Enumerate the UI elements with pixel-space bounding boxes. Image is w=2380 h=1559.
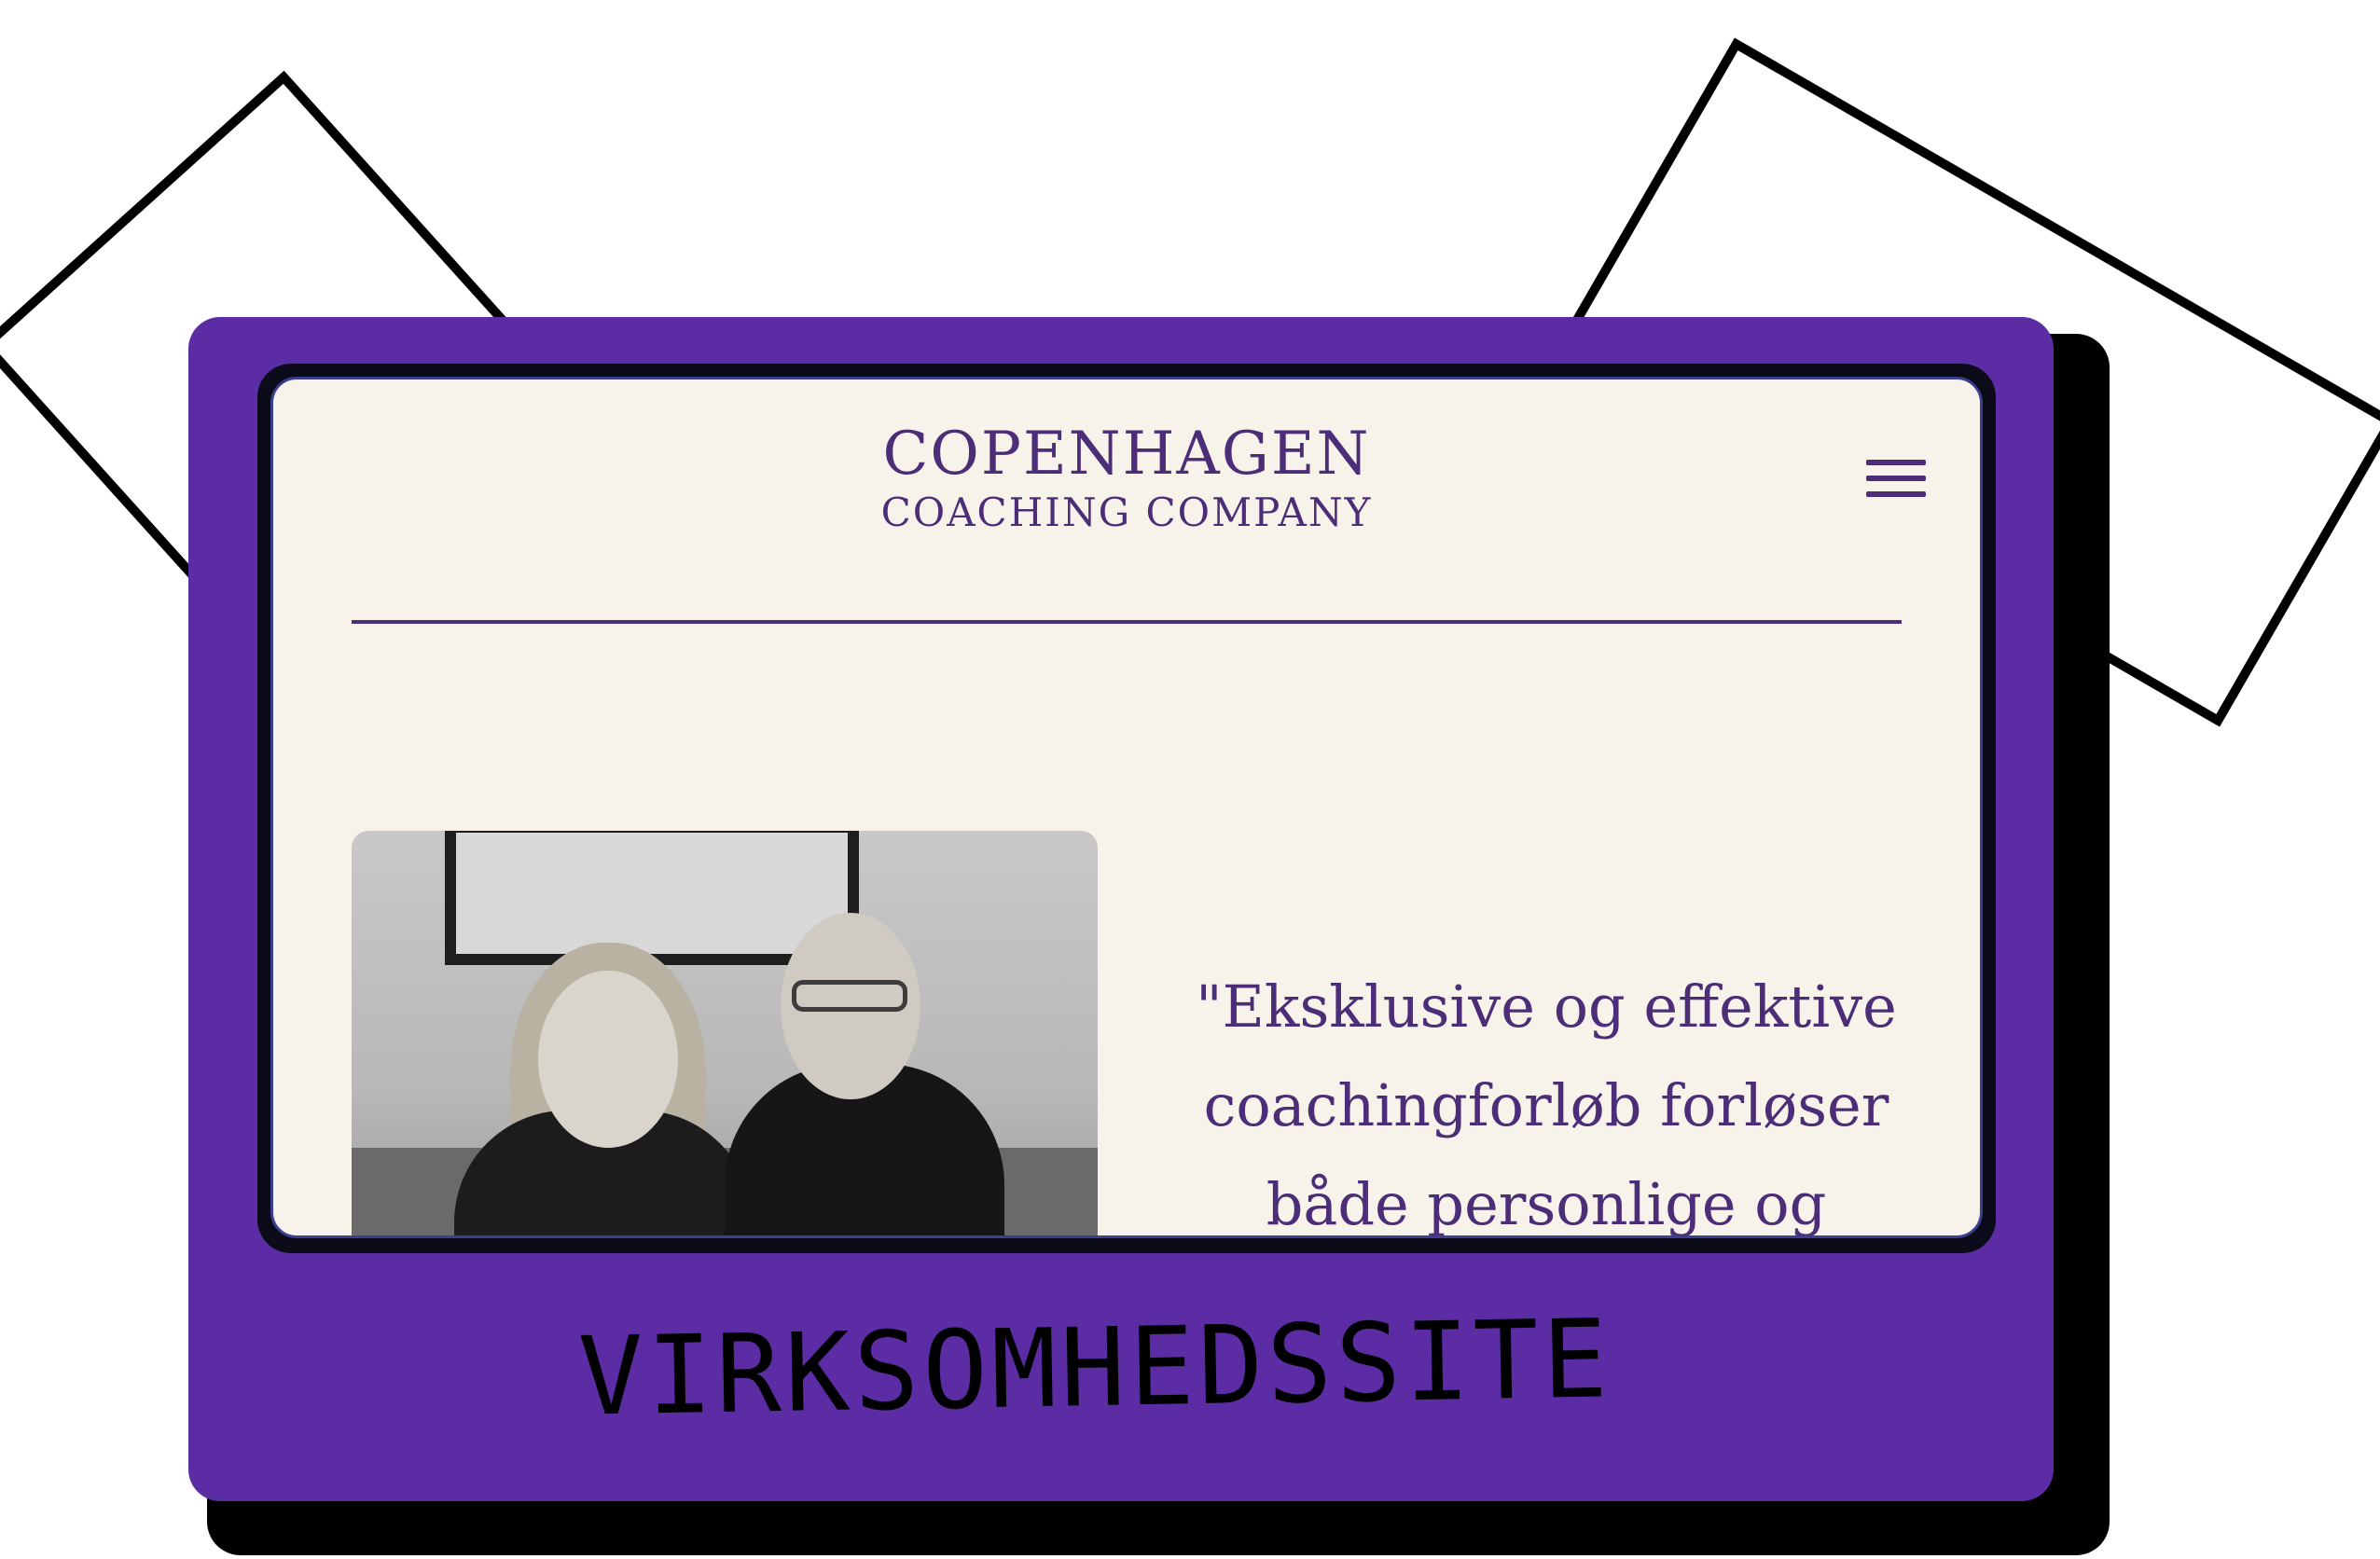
card-label: VIRKSOMHEDSSITE [576,1296,1612,1441]
hero-quote: "Eksklusive og effektive coachingforløb … [1196,973,1897,1238]
website-screen: COPENHAGEN COACHING COMPANY "Eksklusive … [270,377,1983,1238]
coaches-photo [352,831,1098,1235]
header-divider [352,620,1902,624]
glasses [792,980,907,1012]
hamburger-menu-icon[interactable] [1866,460,1926,501]
menu-bar [1866,476,1926,481]
menu-bar [1866,460,1926,465]
menu-bar [1866,491,1926,497]
logo-line-2: COACHING COMPANY [880,490,1373,535]
site-logo[interactable]: COPENHAGEN COACHING COMPANY [273,424,1980,536]
logo-line-1: COPENHAGEN [882,420,1371,489]
woman-face [538,971,678,1148]
